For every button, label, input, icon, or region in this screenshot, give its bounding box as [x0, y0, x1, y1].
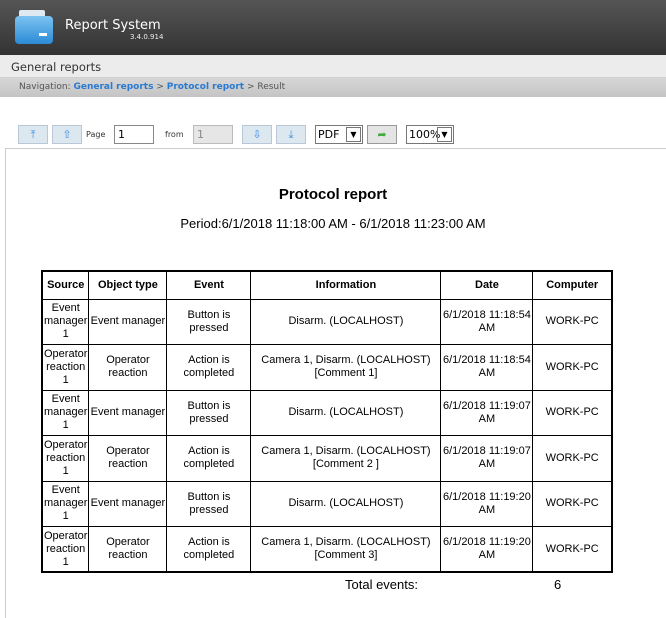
cell-event: Button is pressed — [166, 389, 252, 436]
cell-object-type: Operator reaction — [88, 526, 168, 573]
next-page-button[interactable]: ⇩ — [242, 125, 272, 144]
from-label: from — [165, 130, 184, 139]
cell-computer: WORK-PC — [532, 298, 613, 345]
cell-event: Action is completed — [166, 344, 252, 391]
report-table: Source Object type Event Information Dat… — [41, 270, 613, 573]
cell-date: 6/1/2018 11:18:54 AM — [440, 298, 534, 345]
cell-computer: WORK-PC — [532, 344, 613, 391]
previous-page-button[interactable]: ⇧ — [52, 125, 82, 144]
cell-source: Operator reaction 1 — [41, 435, 90, 482]
chevron-down-icon: ▼ — [437, 127, 452, 142]
total-pages-field: 1 — [193, 125, 233, 144]
cell-information: Disarm. (LOCALHOST) — [250, 298, 442, 345]
cell-event: Action is completed — [166, 526, 252, 573]
breadcrumb-current: Result — [257, 82, 286, 92]
breadcrumb-label: Navigation: — [19, 82, 71, 92]
export-format-value: PDF — [318, 128, 340, 141]
table-row: Operator reaction 1 Operator reaction Acti… — [41, 435, 613, 482]
total-events-label: Total events: — [345, 577, 418, 592]
zoom-select[interactable]: 100% ▼ — [406, 125, 454, 144]
export-format-select[interactable]: PDF ▼ — [315, 125, 363, 144]
cell-information: Camera 1, Disarm. (LOCALHOST) [Comment 2… — [250, 435, 442, 482]
col-source: Source — [41, 270, 90, 300]
report-folder-logo-icon — [15, 10, 53, 44]
page-label: Page — [86, 130, 106, 139]
cell-computer: WORK-PC — [532, 526, 613, 573]
page-input[interactable]: 1 — [114, 125, 154, 144]
col-date: Date — [440, 270, 534, 300]
table-row: Event manager 1 Event manager Button is pr… — [41, 389, 613, 436]
cell-date: 6/1/2018 11:18:54 AM — [440, 344, 534, 391]
col-event: Event — [166, 270, 252, 300]
cell-object-type: Operator reaction — [88, 344, 168, 391]
cell-event: Button is pressed — [166, 480, 252, 527]
cell-information: Camera 1, Disarm. (LOCALHOST) [Comment 3… — [250, 526, 442, 573]
cell-source: Event manager 1 — [41, 480, 90, 527]
table-row: Operator reaction 1 Operator reaction Acti… — [41, 344, 613, 391]
zoom-value: 100% — [409, 128, 441, 141]
report-period: Period:6/1/2018 11:18:00 AM - 6/1/2018 1… — [180, 216, 486, 231]
cell-computer: WORK-PC — [532, 389, 613, 436]
breadcrumb-separator: > — [244, 82, 258, 92]
cell-object-type: Event manager — [88, 298, 168, 345]
cell-date: 6/1/2018 11:19:20 AM — [440, 480, 534, 527]
cell-computer: WORK-PC — [532, 435, 613, 482]
section-title: General reports — [0, 55, 666, 78]
cell-object-type: Event manager — [88, 389, 168, 436]
cell-event: Action is completed — [166, 435, 252, 482]
cell-source: Event manager 1 — [41, 298, 90, 345]
table-row: Event manager 1 Event manager Button is pr… — [41, 480, 613, 527]
breadcrumb-separator: > — [153, 82, 167, 92]
cell-computer: WORK-PC — [532, 480, 613, 527]
cell-source: Operator reaction 1 — [41, 344, 90, 391]
cell-source: Event manager 1 — [41, 389, 90, 436]
col-computer: Computer — [532, 270, 613, 300]
table-row: Event manager 1 Event manager Button is pr… — [41, 298, 613, 345]
cell-date: 6/1/2018 11:19:20 AM — [440, 526, 534, 573]
cell-event: Button is pressed — [166, 298, 252, 345]
total-events-value: 6 — [554, 577, 562, 592]
col-information: Information — [250, 270, 442, 300]
col-object-type: Object type — [88, 270, 168, 300]
cell-date: 6/1/2018 11:19:07 AM — [440, 389, 534, 436]
cell-date: 6/1/2018 11:19:07 AM — [440, 435, 534, 482]
chevron-down-icon: ▼ — [346, 127, 361, 142]
app-header: Report System 3.4.0.914 — [0, 0, 666, 55]
cell-information: Camera 1, Disarm. (LOCALHOST) [Comment 1… — [250, 344, 442, 391]
cell-information: Disarm. (LOCALHOST) — [250, 480, 442, 527]
cell-information: Disarm. (LOCALHOST) — [250, 389, 442, 436]
export-button[interactable]: ➦ — [367, 125, 397, 144]
app-version: 3.4.0.914 — [130, 33, 164, 41]
breadcrumb-protocol-report[interactable]: Protocol report — [167, 82, 244, 92]
cell-object-type: Event manager — [88, 480, 168, 527]
first-page-button[interactable]: ⤒ — [18, 125, 48, 144]
table-row: Operator reaction 1 Operator reaction Acti… — [41, 526, 613, 573]
cell-object-type: Operator reaction — [88, 435, 168, 482]
breadcrumb: Navigation: General reports > Protocol r… — [0, 78, 666, 97]
app-title: Report System — [65, 18, 161, 33]
last-page-button[interactable]: ⤓ — [276, 125, 306, 144]
cell-source: Operator reaction 1 — [41, 526, 90, 573]
breadcrumb-general-reports[interactable]: General reports — [73, 82, 153, 92]
report-title: Protocol report — [278, 186, 388, 203]
export-icon: ➦ — [377, 128, 387, 141]
